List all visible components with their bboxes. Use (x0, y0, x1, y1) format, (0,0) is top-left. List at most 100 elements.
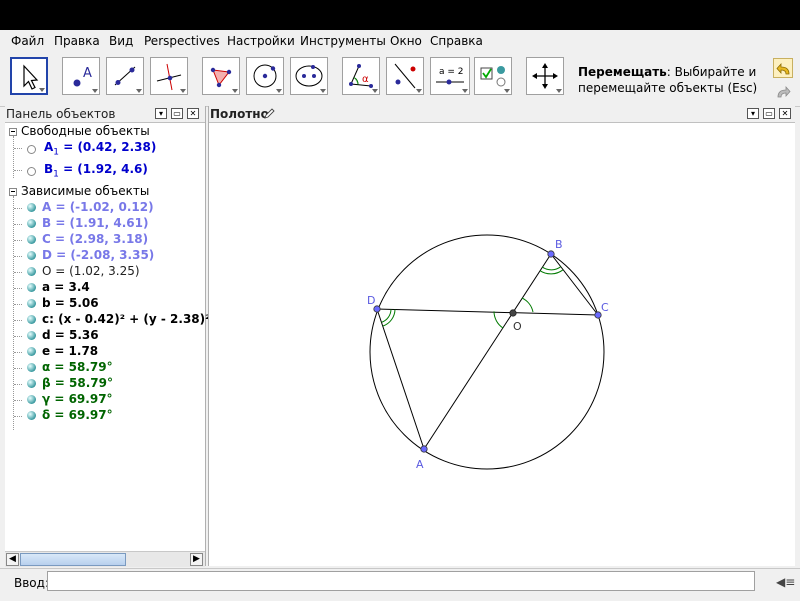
dependent-object-item[interactable]: a = 3.4 (42, 280, 90, 296)
collapse-free-toggle[interactable] (9, 128, 17, 136)
point-a[interactable] (420, 445, 428, 453)
visibility-toggle[interactable] (27, 219, 36, 228)
segment-d-c[interactable] (376, 308, 599, 316)
svg-text:a = 2: a = 2 (439, 67, 464, 77)
collapse-dependent-toggle[interactable] (9, 188, 17, 196)
visibility-toggle[interactable] (27, 347, 36, 356)
scroll-right-button[interactable]: ▶ (190, 553, 203, 566)
graphics-view-header: Полотно ▾ ▭ ✕ (209, 106, 795, 123)
algebra-view-undock-button[interactable]: ▭ (171, 108, 183, 119)
graphics-view-menu-button[interactable]: ▾ (747, 108, 759, 119)
algebra-view-menu-button[interactable]: ▾ (155, 108, 167, 119)
menu-view[interactable]: Вид (109, 34, 133, 48)
dependent-object-item[interactable]: A = (-1.02, 0.12) (42, 200, 154, 216)
segment-d-a[interactable] (376, 308, 425, 450)
point-b[interactable] (547, 250, 555, 258)
label-c: C (601, 301, 609, 314)
visibility-toggle[interactable] (27, 283, 36, 292)
visibility-toggle[interactable] (27, 395, 36, 404)
algebra-horizontal-scrollbar[interactable]: ◀ ▶ (5, 551, 205, 567)
label-a: A (416, 458, 424, 471)
menu-perspectives[interactable]: Perspectives (144, 34, 220, 48)
graphics-view-title: Полотно (210, 107, 269, 121)
tool-new-point[interactable]: A (62, 57, 100, 95)
dependent-objects-header[interactable]: Зависимые объекты (21, 184, 149, 200)
tool-help-text: Перемещать: Выбирайте и перемещайте объе… (578, 65, 758, 95)
algebra-view-close-button[interactable]: ✕ (187, 108, 199, 119)
redo-button[interactable] (773, 82, 793, 102)
visibility-toggle[interactable] (27, 363, 36, 372)
segment-a-b[interactable] (423, 253, 552, 450)
tool-angle[interactable]: α (342, 57, 380, 95)
dependent-object-item[interactable]: C = (2.98, 3.18) (42, 232, 148, 248)
menu-file[interactable]: Файл (11, 34, 44, 48)
free-objects-header[interactable]: Свободные объекты (21, 124, 150, 140)
input-field[interactable] (47, 571, 755, 591)
dependent-object-item[interactable]: β = 58.79° (42, 376, 113, 392)
menu-tools[interactable]: Инструменты (300, 34, 386, 48)
redo-icon (777, 85, 791, 98)
visibility-toggle[interactable] (27, 315, 36, 324)
menu-window[interactable]: Окно (390, 34, 422, 48)
graphics-view-close-button[interactable]: ✕ (779, 108, 791, 119)
dependent-object-item[interactable]: δ = 69.97° (42, 408, 113, 424)
dependent-object-item[interactable]: O = (1.02, 3.25) (42, 264, 140, 280)
toolbar: A α a = 2 Перемещать: Выбирайте и переме… (0, 54, 800, 107)
tool-move-graphics[interactable] (526, 57, 564, 95)
dependent-object-item[interactable]: e = 1.78 (42, 344, 98, 360)
input-bar: Ввод: ◀≡ (0, 568, 800, 601)
dependent-object-item[interactable]: α = 58.79° (42, 360, 113, 376)
visibility-toggle[interactable] (27, 145, 36, 154)
visibility-toggle[interactable] (27, 251, 36, 260)
menu-bar: Файл Правка Вид Perspectives Настройки И… (0, 30, 800, 52)
svg-text:A: A (83, 66, 92, 81)
tool-polygon[interactable] (202, 57, 240, 95)
label-o: O (513, 320, 522, 333)
segment-b-c[interactable] (550, 253, 599, 316)
dependent-object-item[interactable]: b = 5.06 (42, 296, 99, 312)
tool-circle[interactable] (246, 57, 284, 95)
visibility-toggle[interactable] (27, 267, 36, 276)
tool-reflect[interactable] (386, 57, 424, 95)
dependent-object-item[interactable]: γ = 69.97° (42, 392, 113, 408)
input-help-icon[interactable]: ◀≡ (776, 575, 795, 589)
visibility-toggle[interactable] (27, 299, 36, 308)
algebra-view-title: Панель объектов (6, 107, 116, 121)
tool-perpendicular[interactable] (150, 57, 188, 95)
angle-at-o-upper (521, 297, 534, 313)
scroll-thumb[interactable] (20, 553, 126, 566)
menu-edit[interactable]: Правка (54, 34, 100, 48)
graphics-view-undock-button[interactable]: ▭ (763, 108, 775, 119)
undo-icon (776, 62, 790, 75)
dependent-object-item[interactable]: D = (-2.08, 3.35) (42, 248, 154, 264)
scroll-left-button[interactable]: ◀ (6, 553, 19, 566)
undo-button[interactable] (773, 58, 793, 78)
point-o[interactable] (509, 309, 517, 317)
visibility-toggle[interactable] (27, 167, 36, 176)
visibility-toggle[interactable] (27, 411, 36, 420)
angle-at-o-lower (493, 311, 504, 329)
input-label: Ввод: (14, 576, 49, 590)
algebra-view: Панель объектов ▾ ▭ ✕ Свободные объекты A… (5, 106, 250, 566)
tool-ellipse[interactable] (290, 57, 328, 95)
visibility-toggle[interactable] (27, 379, 36, 388)
angle-at-d (381, 309, 396, 327)
graphics-view[interactable]: Полотно ▾ ▭ ✕ A B C D O (208, 106, 795, 566)
visibility-toggle[interactable] (27, 235, 36, 244)
menu-settings[interactable]: Настройки (227, 34, 295, 48)
dependent-object-item[interactable]: B = (1.91, 4.61) (42, 216, 148, 232)
visibility-toggle[interactable] (27, 331, 36, 340)
svg-text:α: α (362, 74, 369, 85)
angle-at-b (539, 266, 564, 275)
pencil-icon[interactable] (263, 108, 275, 120)
tool-move[interactable] (10, 57, 48, 95)
free-object-item[interactable]: A1 = (0.42, 2.38) (44, 140, 156, 157)
tool-line[interactable] (106, 57, 144, 95)
dependent-object-item[interactable]: d = 5.36 (42, 328, 99, 344)
free-object-item[interactable]: B1 = (1.92, 4.6) (44, 162, 148, 179)
geometry-canvas[interactable]: A B C D O (209, 124, 795, 566)
menu-help[interactable]: Справка (430, 34, 483, 48)
tool-checkbox[interactable] (474, 57, 512, 95)
tool-slider[interactable]: a = 2 (430, 57, 470, 95)
visibility-toggle[interactable] (27, 203, 36, 212)
